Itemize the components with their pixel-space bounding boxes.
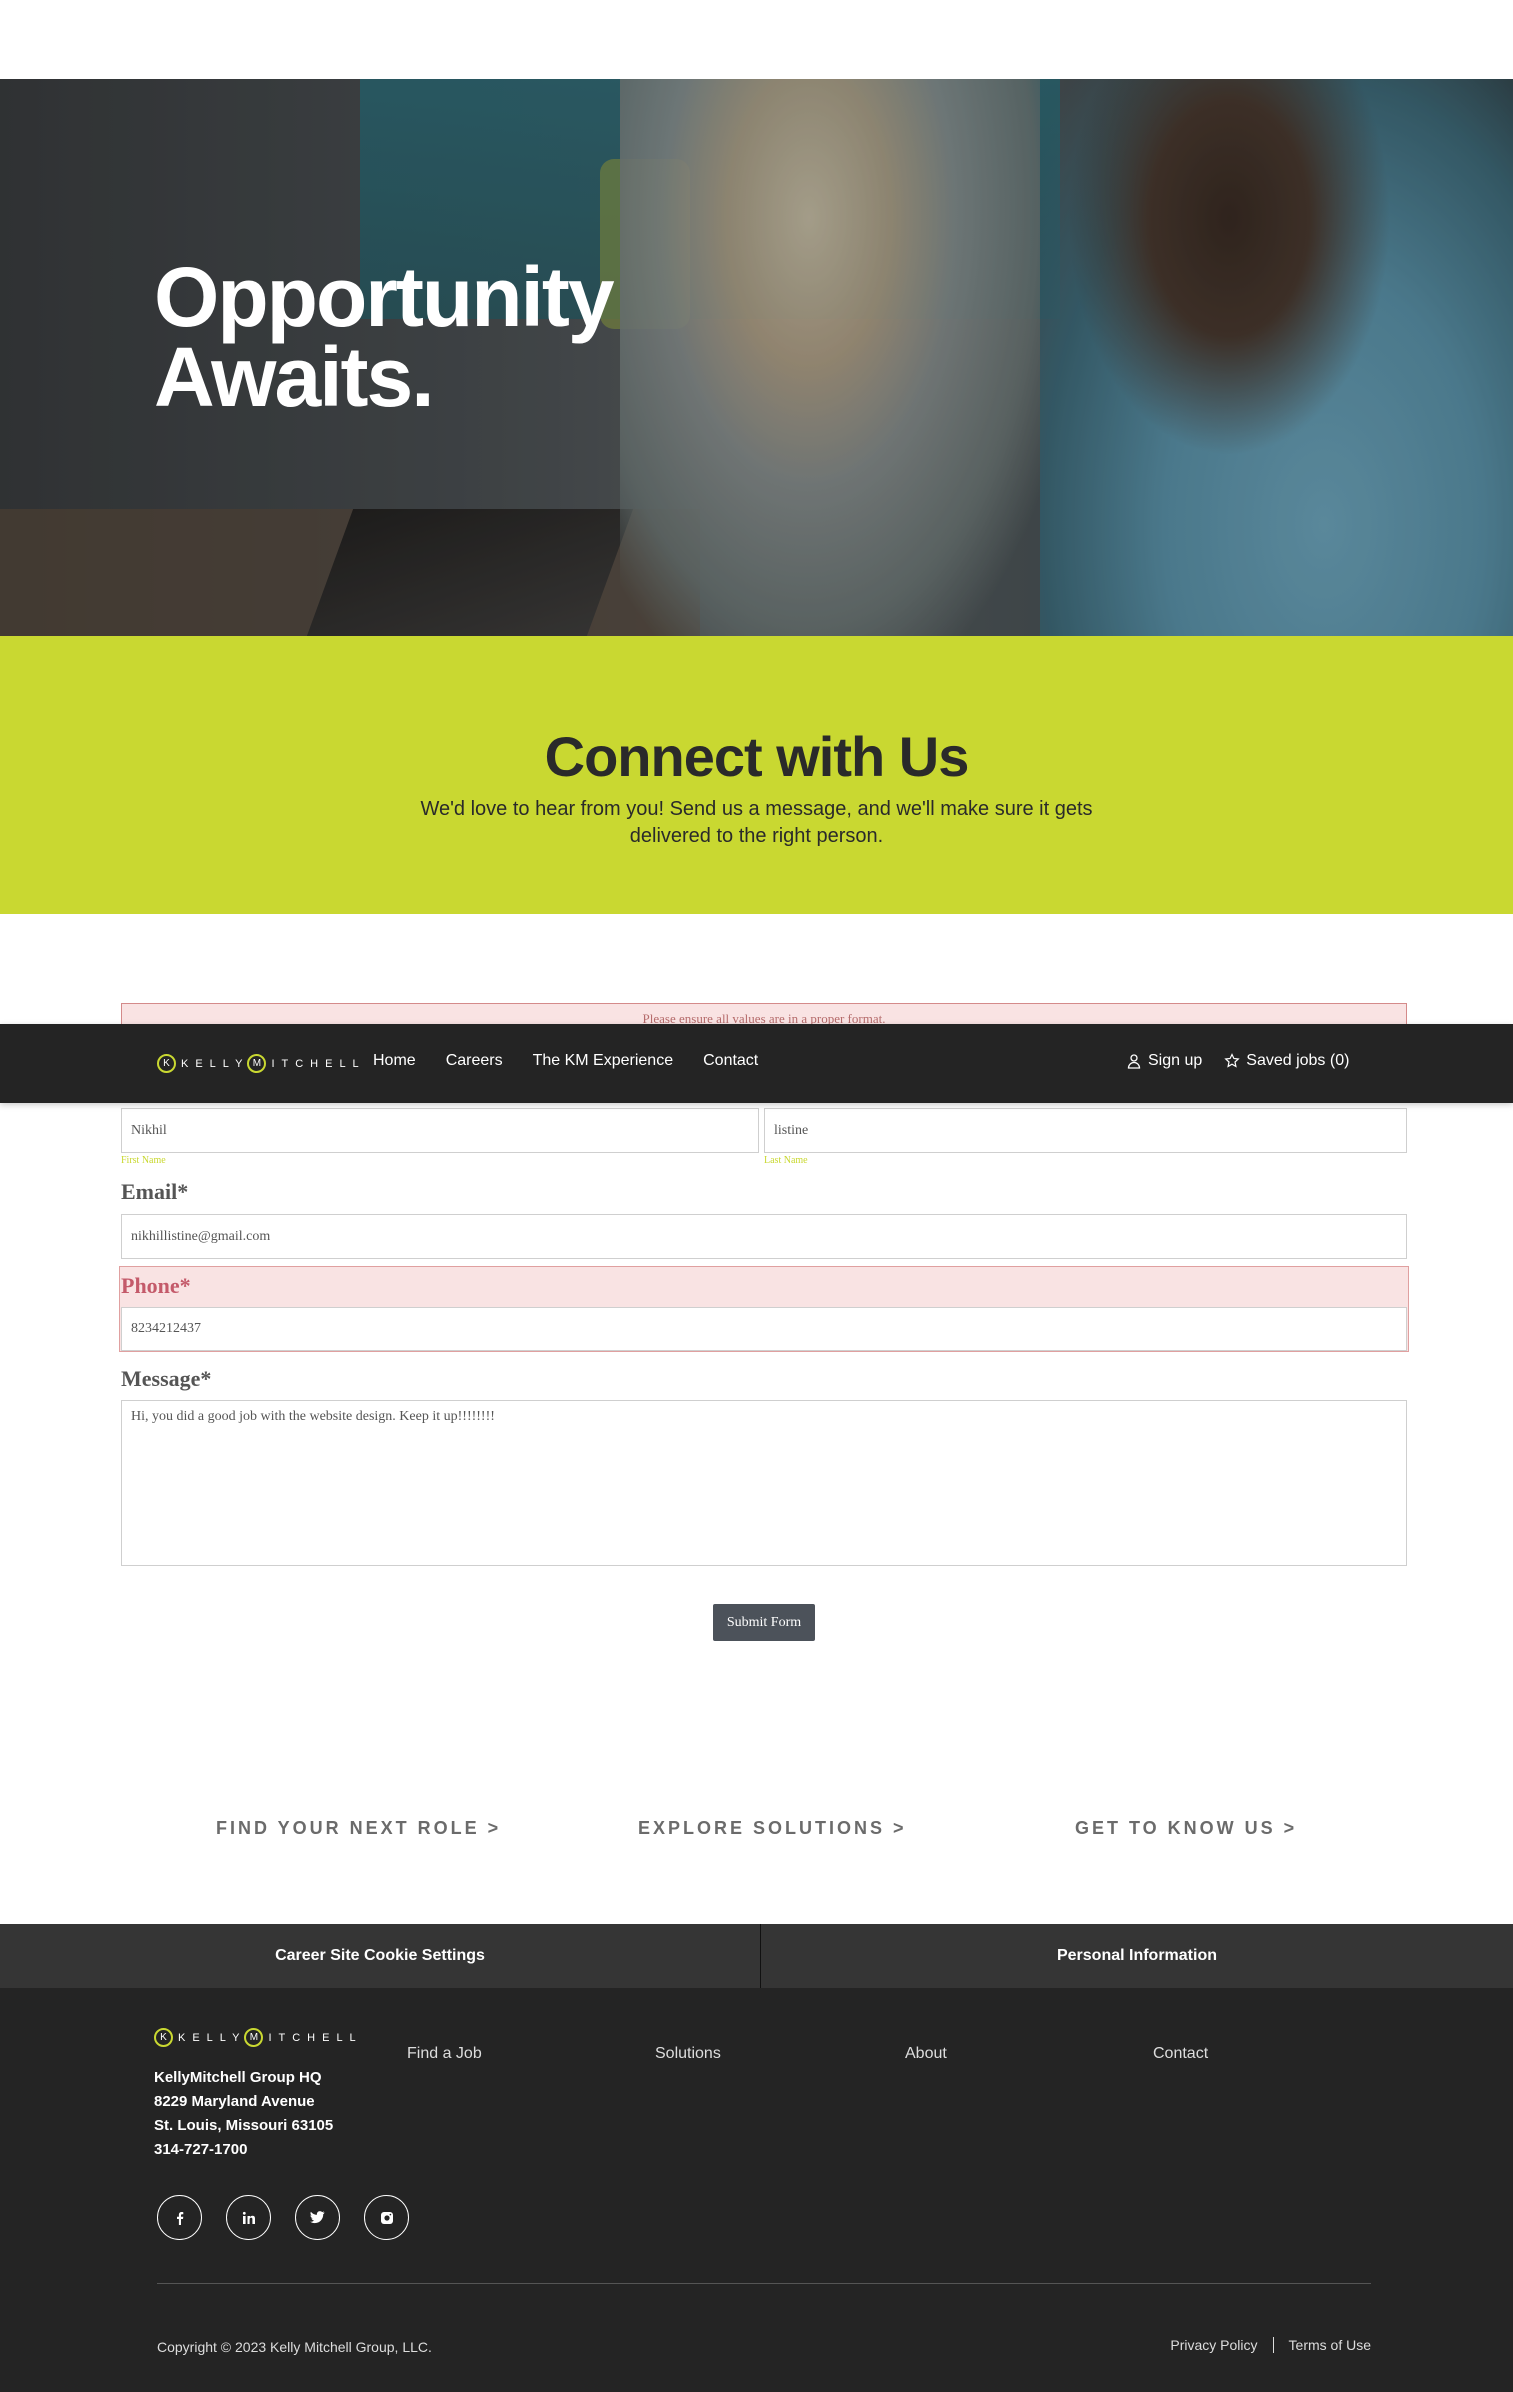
- phone-field-group: Phone* 8234212437: [119, 1266, 1409, 1352]
- hero-title-line2: Awaits.: [154, 330, 435, 424]
- message-label: Message*: [121, 1366, 212, 1391]
- nav-link-home[interactable]: Home: [373, 1052, 416, 1070]
- nav-account-area: Sign up Saved jobs (0): [1126, 1052, 1349, 1070]
- footer-logo-text-mitchell: ITCHELL: [268, 2031, 363, 2044]
- email-label: Email*: [121, 1179, 189, 1204]
- address-line-phone: 314-727-1700: [154, 2141, 248, 2158]
- instagram-icon[interactable]: [364, 2195, 409, 2240]
- facebook-icon[interactable]: [157, 2195, 202, 2240]
- nav-links: Home Careers The KM Experience Contact: [373, 1052, 758, 1070]
- legal-links: Privacy Policy Terms of Use: [1170, 2337, 1371, 2353]
- logo-ring-k: K: [157, 1054, 176, 1073]
- logo-ring-m: M: [247, 1054, 267, 1073]
- kellymitchell-logo[interactable]: K KELLY M ITCHELL: [157, 1054, 366, 1073]
- phone-label: Phone*: [121, 1273, 191, 1298]
- phone-field[interactable]: 8234212437: [121, 1307, 1407, 1351]
- terms-of-use-link[interactable]: Terms of Use: [1289, 2337, 1371, 2353]
- footer-link-find-a-job[interactable]: Find a Job: [407, 2045, 482, 2063]
- footer-link-contact[interactable]: Contact: [1153, 2045, 1208, 2063]
- saved-jobs-link[interactable]: Saved jobs (0): [1224, 1052, 1349, 1070]
- signup-label: Sign up: [1148, 1052, 1203, 1069]
- footer-address: KellyMitchell Group HQ 8229 Maryland Ave…: [154, 2066, 333, 2162]
- message-textarea[interactable]: Hi, you did a good job with the website …: [121, 1400, 1407, 1566]
- footer-logo-ring-k: K: [154, 2028, 173, 2047]
- cookie-bar: Career Site Cookie Settings Personal Inf…: [0, 1924, 1513, 1988]
- facebook-glyph: [176, 2211, 183, 2225]
- footer-logo[interactable]: K KELLY M ITCHELL: [154, 2028, 363, 2047]
- legal-separator: [1272, 2337, 1274, 2353]
- hero-banner: Opportunity Awaits.: [0, 79, 1513, 636]
- star-icon: [1224, 1053, 1240, 1068]
- last-name-sublabel: Last Name: [764, 1155, 808, 1166]
- nav-link-contact[interactable]: Contact: [703, 1052, 758, 1070]
- logo-text-kelly: KELLY: [181, 1057, 250, 1070]
- first-name-input[interactable]: Nikhil: [121, 1108, 759, 1153]
- nav-link-careers[interactable]: Careers: [446, 1052, 503, 1070]
- nav-link-km-experience[interactable]: The KM Experience: [533, 1052, 674, 1070]
- find-next-role-link[interactable]: FIND YOUR NEXT ROLE >: [216, 1818, 501, 1839]
- signup-link[interactable]: Sign up: [1126, 1052, 1202, 1070]
- footer-logo-text-kelly: KELLY: [178, 2031, 247, 2044]
- copyright-text: Copyright © 2023 Kelly Mitchell Group, L…: [157, 2339, 432, 2355]
- footer-logo-ring-m: M: [244, 2028, 264, 2047]
- footer: K KELLY M ITCHELL KellyMitchell Group HQ…: [0, 1988, 1513, 2392]
- address-line-city: St. Louis, Missouri 63105: [154, 2117, 334, 2134]
- connect-title: Connect with Us: [544, 725, 970, 788]
- top-navigation: K KELLY M ITCHELL Home Careers The KM Ex…: [0, 1024, 1513, 1103]
- address-line-street: 8229 Maryland Avenue: [154, 2093, 315, 2110]
- submit-form-button[interactable]: Submit Form: [713, 1604, 815, 1641]
- saved-jobs-label: Saved jobs (0): [1246, 1052, 1350, 1069]
- instagram-glyph: [380, 2211, 393, 2224]
- footer-link-about[interactable]: About: [905, 2045, 947, 2063]
- hero-title: Opportunity Awaits.: [154, 255, 754, 419]
- last-name-input[interactable]: listine: [764, 1108, 1407, 1153]
- explore-solutions-link[interactable]: EXPLORE SOLUTIONS >: [638, 1818, 907, 1839]
- user-icon: [1127, 1054, 1141, 1069]
- address-line-company: KellyMitchell Group HQ: [154, 2069, 322, 2086]
- linkedin-glyph: [242, 2211, 255, 2224]
- logo-text-mitchell: ITCHELL: [271, 1057, 366, 1070]
- linkedin-icon[interactable]: [226, 2195, 271, 2240]
- get-to-know-us-link[interactable]: GET TO KNOW US >: [1075, 1818, 1297, 1839]
- email-field[interactable]: nikhillistine@gmail.com: [121, 1214, 1407, 1259]
- twitter-icon[interactable]: [295, 2195, 340, 2240]
- privacy-policy-link[interactable]: Privacy Policy: [1170, 2337, 1257, 2353]
- footer-link-solutions[interactable]: Solutions: [655, 2045, 721, 2063]
- first-name-sublabel: First Name: [121, 1155, 166, 1166]
- connect-subtitle: We'd love to hear from you! Send us a me…: [420, 798, 1093, 847]
- twitter-glyph: [310, 2211, 325, 2224]
- social-links: [157, 2195, 409, 2240]
- footer-divider: [157, 2283, 1371, 2284]
- cookie-settings-button[interactable]: Career Site Cookie Settings: [0, 1924, 761, 1988]
- connect-section: Connect with Us We'd love to hear from y…: [0, 636, 1513, 914]
- personal-information-button[interactable]: Personal Information: [761, 1924, 1513, 1988]
